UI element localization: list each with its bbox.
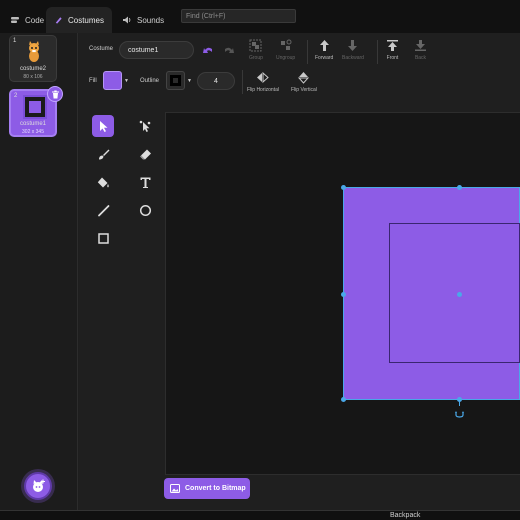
choose-costume-button[interactable] (24, 472, 52, 500)
tab-costumes-label: Costumes (67, 15, 104, 25)
costume-list: 1 costume2 80 x 106 2 costume1 302 x 345 (0, 33, 78, 510)
costume-number: 1 (13, 38, 17, 44)
costume-name: costume1 (19, 121, 46, 127)
tab-costumes[interactable]: Costumes (46, 7, 112, 33)
costume-thumbnail (23, 95, 47, 119)
group-label: Group (249, 55, 263, 61)
undo-icon (203, 47, 212, 53)
outline-label: Outline (140, 78, 160, 84)
chevron-down-icon: ▼ (187, 77, 192, 84)
outline-swatch-inner (170, 75, 181, 86)
resize-handle[interactable] (341, 292, 346, 297)
text-tool[interactable] (134, 171, 156, 193)
line-icon (97, 204, 109, 216)
fill-tool[interactable] (92, 171, 114, 193)
group-button[interactable]: Group (249, 39, 263, 61)
forward-label: Forward (315, 55, 334, 61)
speaker-icon (123, 16, 131, 24)
inner-rectangle-outline (389, 223, 520, 363)
costume-name-input[interactable]: costume1 (119, 41, 194, 59)
find-input[interactable]: Find (Ctrl+F) (181, 9, 296, 23)
purple-rectangle-thumbnail (29, 101, 41, 113)
back-icon (415, 40, 426, 51)
redo-button[interactable] (222, 44, 235, 57)
reshape-tool[interactable] (134, 115, 156, 137)
costume-size: 302 x 345 (22, 129, 44, 135)
flip-vertical-icon (298, 72, 310, 84)
cat-sprite-icon (22, 40, 46, 64)
fill-swatch (103, 71, 122, 90)
line-tool[interactable] (92, 199, 114, 221)
costume-size: 80 x 106 (23, 74, 43, 80)
paint-bucket-icon (97, 177, 109, 187)
costume-name: costume2 (19, 66, 46, 72)
tab-code-label: Code (25, 15, 45, 25)
text-icon (140, 177, 150, 188)
backpack-bar[interactable] (0, 510, 520, 520)
redo-icon (225, 47, 234, 53)
flip-vertical-label: Flip Vertical (291, 87, 317, 93)
backward-button[interactable]: Backward (342, 39, 364, 61)
chevron-down-icon: ▼ (124, 77, 129, 84)
backward-label: Backward (342, 55, 364, 61)
tab-code[interactable]: Code (2, 7, 52, 33)
forward-button[interactable]: Forward (315, 39, 333, 61)
front-icon (387, 40, 398, 51)
flip-horizontal-icon (257, 71, 270, 84)
convert-to-bitmap-button[interactable]: Convert to Bitmap (164, 478, 250, 499)
fill-label: Fill (89, 78, 97, 84)
backward-icon (348, 40, 358, 51)
tab-bar: Code Costumes Sounds Find (Ctrl+F) (0, 0, 520, 33)
circle-tool[interactable] (134, 199, 156, 221)
forward-icon (319, 40, 329, 51)
outline-width-input[interactable]: 4 (197, 72, 235, 90)
outline-color-picker[interactable]: ▼ (163, 71, 193, 90)
image-icon (170, 484, 180, 493)
trash-icon (51, 90, 59, 98)
rectangle-icon (97, 232, 109, 244)
cat-add-icon (32, 479, 45, 492)
undo-button[interactable] (202, 44, 215, 57)
tab-sounds[interactable]: Sounds (114, 7, 172, 33)
group-icon (249, 39, 262, 52)
code-icon (11, 17, 19, 23)
front-label: Front (386, 55, 399, 61)
resize-handle[interactable] (457, 185, 462, 190)
rotate-icon[interactable] (455, 405, 464, 418)
costume-label: Costume (89, 46, 114, 52)
front-button[interactable]: Front (386, 39, 399, 61)
rectangle-tool[interactable] (92, 227, 114, 249)
flip-horizontal-button[interactable]: Flip Horizontal (247, 71, 279, 93)
resize-handle[interactable] (341, 397, 346, 402)
divider (242, 70, 243, 94)
delete-costume-button[interactable] (47, 86, 63, 102)
ungroup-button[interactable]: Ungroup (276, 39, 295, 61)
flip-horizontal-label: Flip Horizontal (247, 87, 279, 93)
flip-vertical-button[interactable]: Flip Vertical (291, 71, 317, 93)
eraser-tool[interactable] (134, 143, 156, 165)
costume-number: 2 (14, 93, 18, 99)
ungroup-icon (281, 39, 292, 50)
circle-icon (139, 204, 151, 216)
arrow-pointer-icon (99, 120, 107, 132)
brush-tool[interactable] (92, 143, 114, 165)
eraser-icon (139, 149, 151, 159)
costume-tile[interactable]: 1 costume2 80 x 106 (9, 35, 57, 82)
back-button[interactable]: Back (414, 39, 427, 61)
reshape-icon (139, 120, 150, 132)
divider (377, 40, 378, 64)
back-label: Back (414, 55, 427, 61)
tab-sounds-label: Sounds (137, 15, 165, 25)
brush-icon (55, 17, 62, 24)
divider (307, 40, 308, 64)
resize-handle[interactable] (341, 185, 346, 190)
brush-icon (98, 149, 109, 159)
backpack-label: Backpack (390, 512, 421, 519)
ungroup-label: Ungroup (276, 55, 296, 61)
convert-to-bitmap-label: Convert to Bitmap (185, 485, 246, 492)
center-point (457, 292, 462, 297)
fill-color-picker[interactable]: ▼ (100, 71, 130, 90)
select-tool[interactable] (92, 115, 114, 137)
outline-swatch (166, 71, 185, 90)
